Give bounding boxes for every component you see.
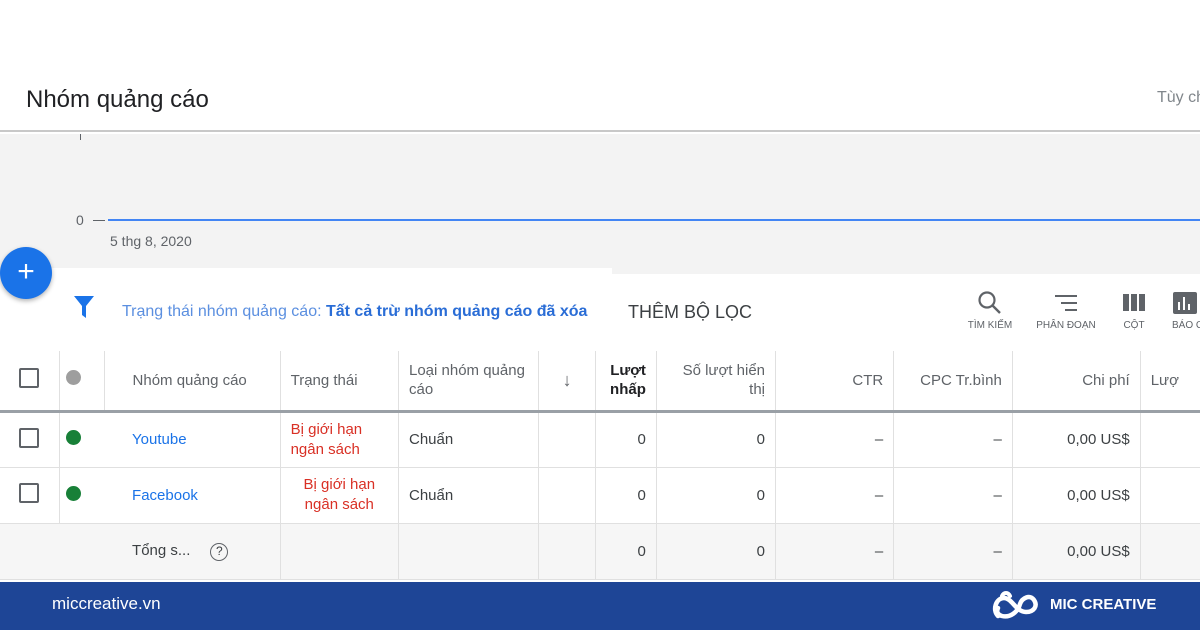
- total-impressions: 0: [656, 523, 777, 580]
- status-dot-header: [65, 370, 81, 386]
- series-line: [108, 219, 1200, 221]
- segment-tool[interactable]: PHÂN ĐOẠN: [1031, 290, 1101, 331]
- add-filter-button[interactable]: THÊM BỘ LỌC: [628, 302, 752, 323]
- col-type[interactable]: Loại nhóm quảng cáo: [398, 351, 539, 413]
- col-clicks[interactable]: Lượt nhấp: [595, 351, 657, 413]
- table-row: Youtube Bị giới hạn ngân sách Chuẩn 0 0 …: [0, 411, 1200, 468]
- total-cpc: –: [893, 523, 1013, 580]
- col-conversions[interactable]: Lượ: [1140, 351, 1200, 413]
- cost-cell: 0,00 US$: [1012, 467, 1141, 524]
- clicks-cell: 0: [595, 467, 657, 524]
- col-status[interactable]: Trạng thái: [280, 351, 400, 413]
- total-label: Tổng s...: [132, 541, 191, 559]
- brand-name: MIC CREATIVE: [1050, 596, 1157, 613]
- add-button[interactable]: +: [0, 247, 52, 299]
- status-dot: [65, 430, 81, 445]
- ctr-cell: –: [775, 411, 895, 468]
- y-tick-label: 0: [76, 212, 84, 228]
- filter-icon[interactable]: [74, 296, 94, 318]
- x-tick-label: 5 thg 8, 2020: [110, 233, 192, 249]
- page-header: Nhóm quảng cáo Tùy ch: [0, 0, 1200, 132]
- website-text: miccreative.vn: [52, 594, 161, 613]
- col-cpc[interactable]: CPC Tr.bình: [893, 351, 1013, 413]
- total-row: Tổng s...? 0 0 – – 0,00 US$: [0, 523, 1200, 580]
- ad-group-link[interactable]: Youtube: [132, 431, 187, 448]
- page-title: Nhóm quảng cáo: [26, 86, 209, 113]
- status-cell: Bị giới hạn ngân sách: [280, 467, 400, 524]
- col-impressions[interactable]: Số lượt hiển thị: [656, 351, 777, 413]
- ad-groups-table: Nhóm quảng cáo Trạng thái Loại nhóm quản…: [0, 351, 1200, 580]
- performance-chart: 0 5 thg 8, 2020: [0, 134, 1200, 274]
- sort-arrow-icon[interactable]: ↓: [538, 351, 597, 413]
- tool-label: BÁO C: [1172, 320, 1200, 331]
- impressions-cell: 0: [656, 411, 777, 468]
- customize-link[interactable]: Tùy ch: [1157, 89, 1200, 107]
- report-tool[interactable]: BÁO C: [1158, 290, 1200, 331]
- tool-label: PHÂN ĐOẠN: [1036, 320, 1096, 331]
- status-cell: Bị giới hạn ngân sách: [280, 411, 400, 468]
- y-tick: [93, 220, 105, 221]
- total-cost: 0,00 US$: [1012, 523, 1141, 580]
- report-icon: [1172, 290, 1200, 320]
- impressions-cell: 0: [656, 467, 777, 524]
- filter-label: Trạng thái nhóm quảng cáo:: [122, 303, 326, 320]
- cost-cell: 0,00 US$: [1012, 411, 1141, 468]
- y-axis: [80, 134, 81, 140]
- col-cost[interactable]: Chi phí: [1012, 351, 1141, 413]
- segment-icon: [1031, 290, 1101, 320]
- row-checkbox[interactable]: [19, 427, 40, 448]
- footer-banner: miccreative.vn MIC CREATIVE: [0, 582, 1200, 630]
- cpc-cell: –: [893, 467, 1013, 524]
- filter-chip[interactable]: Trạng thái nhóm quảng cáo: Tất cả trừ nh…: [122, 303, 587, 321]
- ad-group-link[interactable]: Facebook: [132, 487, 198, 504]
- ctr-cell: –: [775, 467, 895, 524]
- type-cell: Chuẩn: [398, 411, 539, 468]
- search-icon: [955, 290, 1025, 320]
- total-clicks: 0: [595, 523, 657, 580]
- total-ctr: –: [775, 523, 895, 580]
- col-name[interactable]: Nhóm quảng cáo: [104, 351, 281, 413]
- type-cell: Chuẩn: [398, 467, 539, 524]
- tool-label: TÌM KIẾM: [967, 320, 1013, 331]
- cpc-cell: –: [893, 411, 1013, 468]
- clicks-cell: 0: [595, 411, 657, 468]
- search-tool[interactable]: TÌM KIẾM: [955, 290, 1025, 331]
- table-row: Facebook Bị giới hạn ngân sách Chuẩn 0 0…: [0, 467, 1200, 524]
- tool-label: CỘT: [1123, 320, 1145, 331]
- col-ctr[interactable]: CTR: [775, 351, 895, 413]
- select-all-checkbox[interactable]: [19, 367, 40, 388]
- filter-value: Tất cả trừ nhóm quảng cáo đã xóa: [325, 303, 588, 320]
- row-checkbox[interactable]: [19, 483, 40, 503]
- status-dot: [65, 485, 81, 501]
- help-icon[interactable]: ?: [210, 542, 229, 561]
- mic-creative-logo: [992, 591, 1038, 619]
- table-header-row: Nhóm quảng cáo Trạng thái Loại nhóm quản…: [0, 351, 1200, 413]
